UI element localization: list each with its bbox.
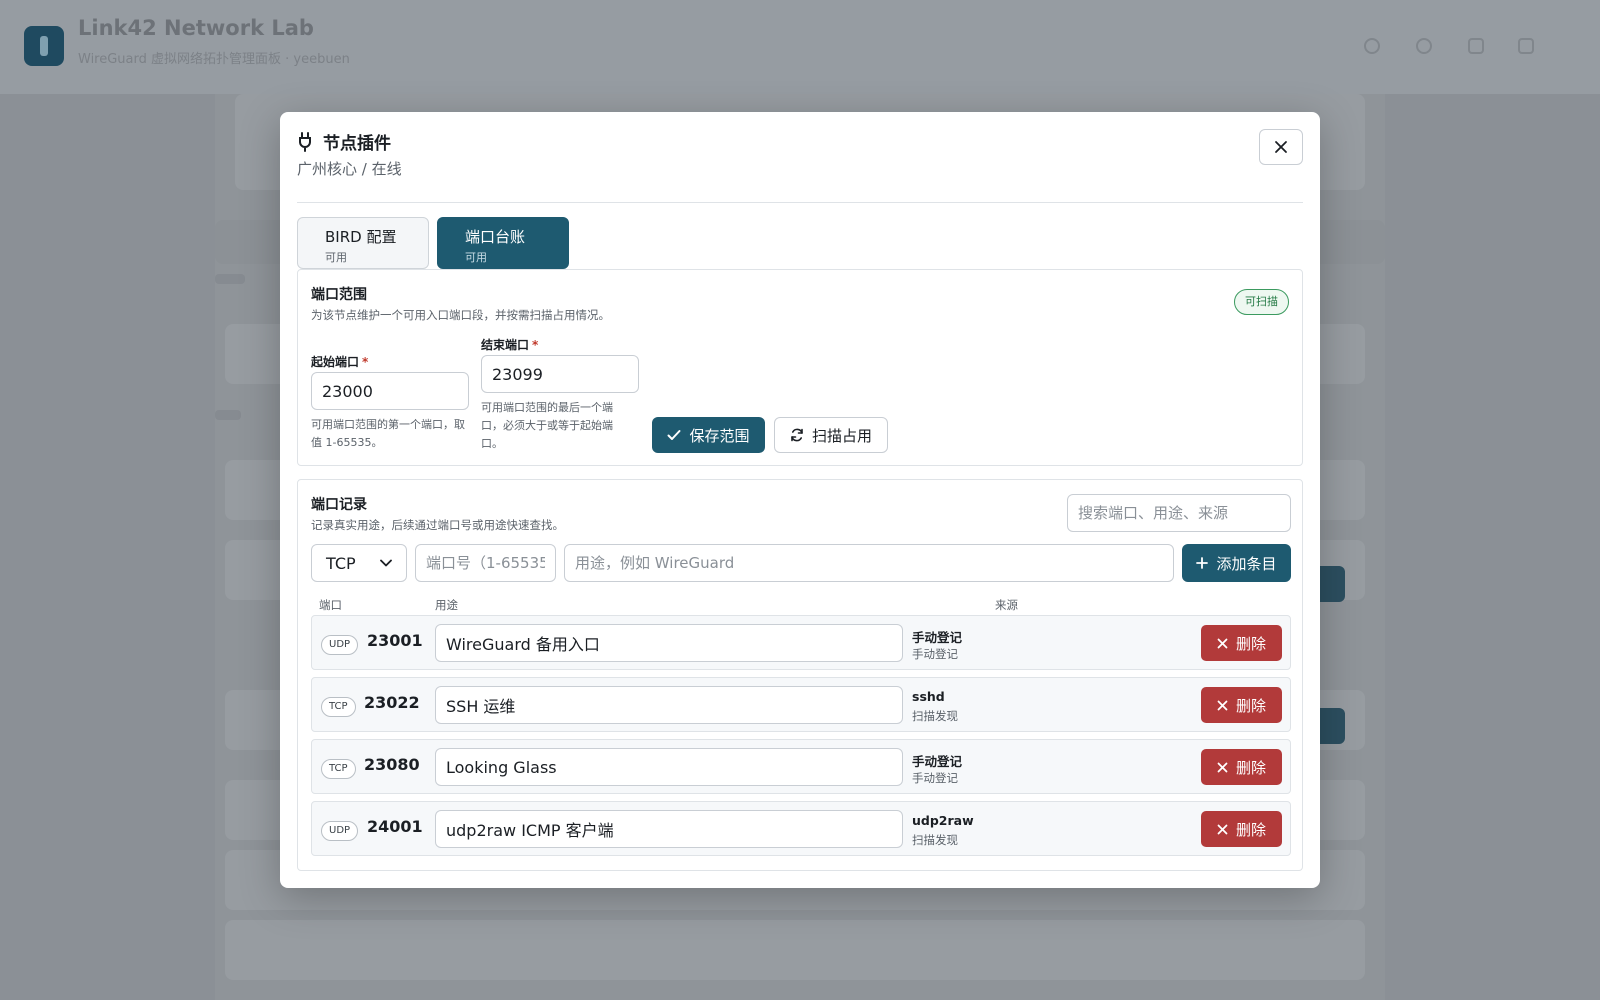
column-header-source: 来源 xyxy=(995,598,1018,612)
source-name: sshd xyxy=(912,689,945,704)
delete-button[interactable]: 删除 xyxy=(1201,625,1282,661)
column-header-purpose: 用途 xyxy=(435,598,458,612)
start-port-input[interactable] xyxy=(311,372,469,410)
delete-button[interactable]: 删除 xyxy=(1201,749,1282,785)
chevron-down-icon xyxy=(380,559,392,567)
source-name: 手动登记 xyxy=(912,754,963,769)
close-icon xyxy=(1217,638,1228,648)
button-label: 添加条目 xyxy=(1216,554,1277,573)
modal-header: 节点插件 广州核心 / 在线 xyxy=(297,112,1303,203)
purpose-field[interactable] xyxy=(435,810,903,848)
section-description: 记录真实用途，后续通过端口号或用途快速查找。 xyxy=(311,518,564,532)
add-entry-button[interactable]: 添加条目 xyxy=(1182,544,1291,582)
modal-title: 节点插件 xyxy=(323,134,391,154)
source-kind: 手动登记 xyxy=(912,771,958,785)
modal-subtitle: 广州核心 / 在线 xyxy=(297,160,402,178)
button-label: 删除 xyxy=(1235,820,1266,839)
section-title: 端口记录 xyxy=(311,497,367,513)
start-port-help: 可用端口范围的第一个端口，取值 1-65535。 xyxy=(311,418,465,449)
start-port-label: 起始端口 * xyxy=(311,355,369,369)
tab-port-ledger[interactable]: 端口台账 可用 xyxy=(437,217,569,269)
tab-status: 可用 xyxy=(325,251,347,264)
tab-status: 可用 xyxy=(465,251,487,264)
source-name: udp2raw xyxy=(912,813,974,828)
button-label: 保存范围 xyxy=(689,426,750,445)
button-label: 删除 xyxy=(1235,758,1266,777)
scannable-badge: 可扫描 xyxy=(1234,289,1289,315)
port-range-panel: 端口范围 为该节点维护一个可用入口端口段，并按需扫描占用情况。 可扫描 起始端口… xyxy=(297,269,1303,466)
source-kind: 扫描发现 xyxy=(912,709,958,723)
end-port-help: 可用端口范围的最后一个端口，必须大于或等于起始端口。 xyxy=(481,401,613,450)
close-icon xyxy=(1275,141,1287,153)
end-port-label: 结束端口 * xyxy=(481,338,539,352)
protocol-badge: UDP xyxy=(321,821,359,841)
save-range-button[interactable]: 保存范围 xyxy=(652,417,765,453)
port-records-panel: 端口记录 记录真实用途，后续通过端口号或用途快速查找。 TCP 添加条目 端口 … xyxy=(297,479,1303,871)
port-number-input[interactable] xyxy=(415,544,556,582)
purpose-field[interactable] xyxy=(435,748,903,786)
tab-bird-config[interactable]: BIRD 配置 可用 xyxy=(297,217,429,269)
delete-button[interactable]: 删除 xyxy=(1201,811,1282,847)
protocol-select[interactable]: TCP xyxy=(311,544,407,582)
source-kind: 扫描发现 xyxy=(912,833,958,847)
refresh-icon xyxy=(791,428,803,442)
purpose-input[interactable] xyxy=(564,544,1174,582)
port-number: 23080 xyxy=(364,755,420,774)
close-icon xyxy=(1217,824,1228,834)
protocol-badge: TCP xyxy=(321,759,356,779)
delete-button[interactable]: 删除 xyxy=(1201,687,1282,723)
purpose-field[interactable] xyxy=(435,686,903,724)
table-row: TCP 23022 sshd 扫描发现 删除 xyxy=(311,677,1291,732)
source-name: 手动登记 xyxy=(912,630,963,645)
protocol-selected: TCP xyxy=(326,553,356,573)
section-description: 为该节点维护一个可用入口端口段，并按需扫描占用情况。 xyxy=(311,308,610,322)
close-icon xyxy=(1217,762,1228,772)
plus-icon xyxy=(1196,557,1209,569)
check-icon xyxy=(667,430,681,440)
plugin-tabs: BIRD 配置 可用 端口台账 可用 xyxy=(297,217,569,269)
source-kind: 手动登记 xyxy=(912,647,958,661)
port-number: 23022 xyxy=(364,693,420,712)
plug-icon xyxy=(297,131,313,152)
tab-label: 端口台账 xyxy=(465,228,526,246)
port-number: 24001 xyxy=(367,817,423,836)
purpose-field[interactable] xyxy=(435,624,903,662)
scan-occupancy-button[interactable]: 扫描占用 xyxy=(774,417,888,453)
port-number: 23001 xyxy=(367,631,423,650)
close-icon xyxy=(1217,700,1228,710)
table-row: UDP 23001 手动登记 手动登记 删除 xyxy=(311,615,1291,670)
table-row: UDP 24001 udp2raw 扫描发现 删除 xyxy=(311,801,1291,856)
protocol-badge: TCP xyxy=(321,697,356,717)
protocol-badge: UDP xyxy=(321,635,359,655)
column-header-port: 端口 xyxy=(319,598,342,612)
end-port-input[interactable] xyxy=(481,355,639,393)
section-title: 端口范围 xyxy=(311,287,367,303)
button-label: 删除 xyxy=(1235,634,1266,653)
search-input[interactable] xyxy=(1067,494,1291,532)
node-plugin-modal: 节点插件 广州核心 / 在线 BIRD 配置 可用 端口台账 可用 端口范围 为… xyxy=(280,112,1320,888)
close-button[interactable] xyxy=(1259,129,1303,165)
button-label: 删除 xyxy=(1235,696,1266,715)
tab-label: BIRD 配置 xyxy=(325,228,397,246)
button-label: 扫描占用 xyxy=(811,426,872,445)
table-row: TCP 23080 手动登记 手动登记 删除 xyxy=(311,739,1291,794)
